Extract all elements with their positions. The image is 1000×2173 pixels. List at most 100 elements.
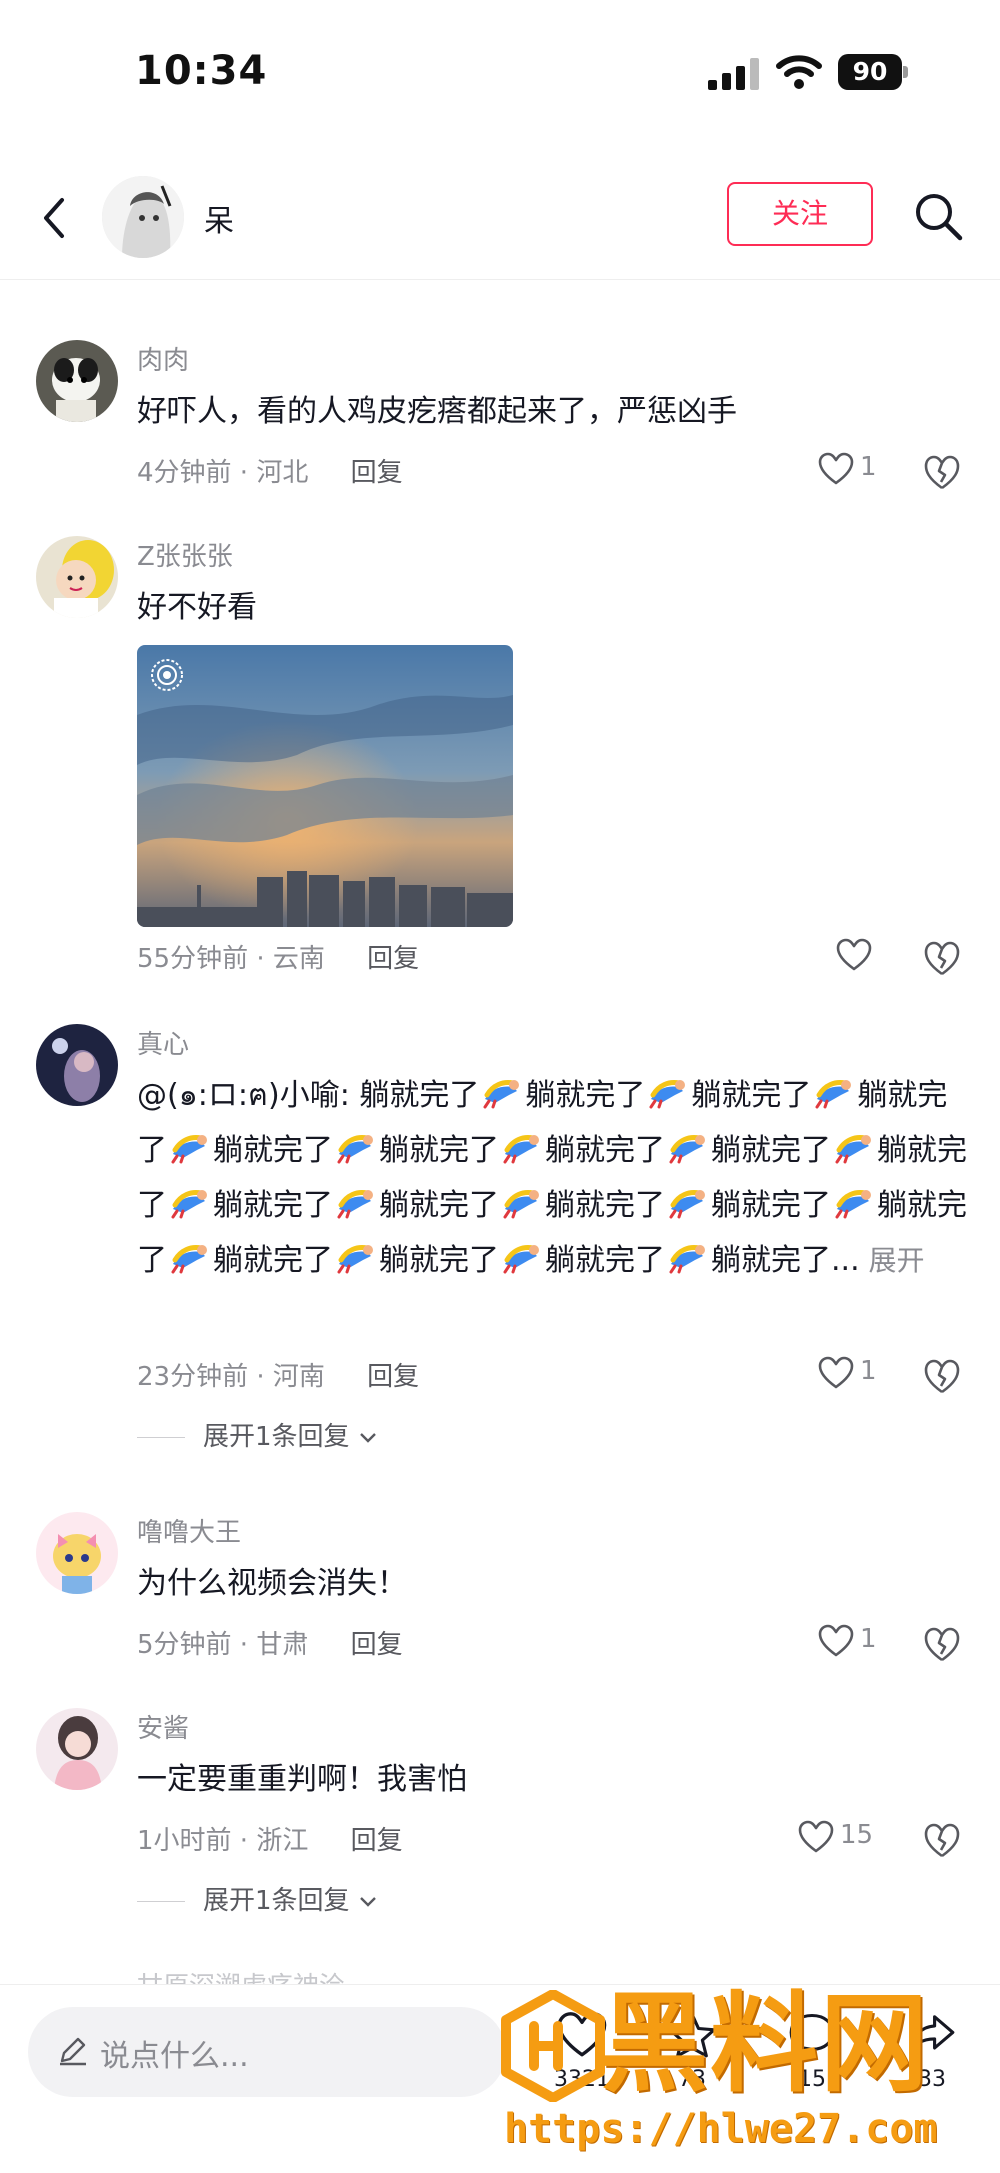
lying-down-emoji-icon: [649, 1080, 686, 1109]
lying-down-emoji-icon: [669, 1190, 705, 1219]
chevron-down-icon: [359, 1896, 376, 1907]
heart-icon: [836, 938, 872, 971]
reply-button[interactable]: 回复: [351, 1630, 403, 1660]
comment-text-segment: 躺就完了: [545, 1133, 665, 1168]
like-button[interactable]: 15: [798, 1818, 888, 1858]
watermark-logo-icon: [501, 1990, 605, 2102]
comment-time: 23分钟前: [137, 1362, 249, 1392]
mention-link[interactable]: @(๑:ロ:ฅ)小喻:: [137, 1078, 359, 1113]
comment-text: 为什么视频会消失！: [137, 1566, 407, 1601]
lying-down-emoji-icon: [337, 1190, 373, 1219]
heart-icon: [818, 452, 854, 485]
header-avatar[interactable]: [102, 176, 184, 258]
lying-down-emoji-icon: [503, 1245, 539, 1274]
expand-replies[interactable]: 展开1条回复: [137, 1880, 378, 1917]
like-button[interactable]: 1: [818, 1354, 908, 1394]
watermark-title: 黑料网: [600, 1982, 931, 2107]
watermark-url: https://hlwe27.com: [504, 2106, 938, 2152]
comment-text-segment: 躺就完了: [691, 1078, 812, 1113]
comment-text-segment: 躺就完了: [711, 1133, 831, 1168]
comment-username[interactable]: 安酱: [137, 1708, 189, 1745]
dislike-icon[interactable]: [922, 1624, 962, 1664]
expand-replies-label: 展开1条回复: [203, 1422, 350, 1452]
comment-text: @(๑:ロ:ฅ)小喻: 躺就完了 躺就完了 躺就完了 躺就完了 躺就完了 躺就完了 躺就完了…: [137, 1068, 967, 1288]
comment-location: 河南: [272, 1362, 325, 1392]
like-button[interactable]: 1: [818, 450, 908, 490]
pencil-icon: [60, 2037, 86, 2066]
comment-text-segment: 躺就完了: [379, 1188, 499, 1223]
reply-button[interactable]: 回复: [351, 1826, 403, 1856]
like-count: 1: [860, 452, 877, 482]
avatar[interactable]: [36, 340, 118, 422]
comment-username[interactable]: Z张张张: [137, 536, 233, 573]
comment-username[interactable]: 真心: [137, 1024, 189, 1061]
expand-replies-label: 展开1条回复: [203, 1886, 350, 1916]
expand-text-button[interactable]: 展开: [860, 1244, 925, 1277]
comment-time: 1小时前: [137, 1826, 232, 1856]
avatar[interactable]: [36, 1512, 118, 1594]
heart-icon: [818, 1356, 854, 1389]
dislike-icon[interactable]: [922, 1820, 962, 1860]
comment-ellipsis: ...: [831, 1243, 860, 1278]
comment-location: 云南: [272, 944, 325, 974]
chevron-down-icon: [359, 1432, 376, 1443]
comment-text-segment: 躺就完了: [711, 1188, 831, 1223]
comment-text-segment: 躺就完了: [213, 1188, 333, 1223]
comment-text-segment: 躺就完了: [525, 1078, 646, 1113]
comment-text-segment: 躺就完了: [545, 1188, 665, 1223]
lying-down-emoji-icon: [669, 1245, 705, 1274]
comment-text: 一定要重重判啊！我害怕: [137, 1762, 467, 1797]
lying-down-emoji-icon: [171, 1135, 207, 1164]
live-photo-icon: [151, 659, 183, 691]
comment-text: 好不好看: [137, 590, 257, 625]
follow-button[interactable]: 关注: [727, 182, 873, 246]
avatar[interactable]: [36, 1024, 118, 1106]
battery-icon: 90: [838, 54, 908, 90]
comment-text-segment: 躺就完了: [711, 1243, 831, 1278]
like-count: 1: [860, 1356, 877, 1386]
comment-image[interactable]: [137, 645, 513, 927]
comment-input-placeholder: 说点什么...: [100, 2039, 249, 2074]
lying-down-emoji-icon: [483, 1080, 520, 1109]
lying-down-emoji-icon: [835, 1190, 871, 1219]
lying-down-emoji-icon: [503, 1135, 539, 1164]
avatar[interactable]: [36, 1708, 118, 1790]
lying-down-emoji-icon: [171, 1245, 207, 1274]
reply-button[interactable]: 回复: [367, 1362, 419, 1392]
reply-button[interactable]: 回复: [351, 458, 403, 488]
like-count: 15: [840, 1820, 874, 1850]
avatar[interactable]: [36, 536, 118, 618]
comment-username[interactable]: 肉肉: [137, 340, 189, 377]
comment-text-segment: 躺就完了: [379, 1243, 499, 1278]
lying-down-emoji-icon: [171, 1190, 207, 1219]
comment-text-segment: 躺就完了: [213, 1243, 333, 1278]
comment-text-segment: 躺就完了: [359, 1078, 480, 1113]
comment-username[interactable]: 噜噜大王: [137, 1512, 241, 1549]
header-username[interactable]: 呆: [204, 196, 234, 240]
comment-location: 河北: [256, 458, 309, 488]
expand-replies[interactable]: 展开1条回复: [137, 1416, 378, 1453]
battery-level: 90: [838, 54, 902, 90]
cellular-signal-icon: [708, 58, 759, 90]
search-icon[interactable]: [912, 190, 964, 242]
comment-location: 浙江: [256, 1826, 309, 1856]
like-button[interactable]: [836, 936, 926, 976]
dislike-icon[interactable]: [922, 938, 962, 978]
comment-input[interactable]: 说点什么...: [28, 2007, 506, 2097]
status-time: 10:34: [135, 48, 268, 94]
header: 呆 关注: [0, 160, 1000, 280]
like-button[interactable]: 1: [818, 1622, 908, 1662]
lying-down-emoji-icon: [503, 1190, 539, 1219]
dislike-icon[interactable]: [922, 1356, 962, 1396]
like-count: 1: [860, 1624, 877, 1654]
back-icon[interactable]: [36, 190, 72, 246]
reply-button[interactable]: 回复: [367, 944, 419, 974]
comment-text-segment: 躺就完了: [545, 1243, 665, 1278]
lying-down-emoji-icon: [337, 1135, 373, 1164]
lying-down-emoji-icon: [815, 1080, 852, 1109]
dislike-icon[interactable]: [922, 452, 962, 492]
comment-time: 5分钟前: [137, 1630, 232, 1660]
heart-icon: [798, 1820, 834, 1853]
heart-icon: [818, 1624, 854, 1657]
comment-text-segment: 躺就完了: [213, 1133, 333, 1168]
